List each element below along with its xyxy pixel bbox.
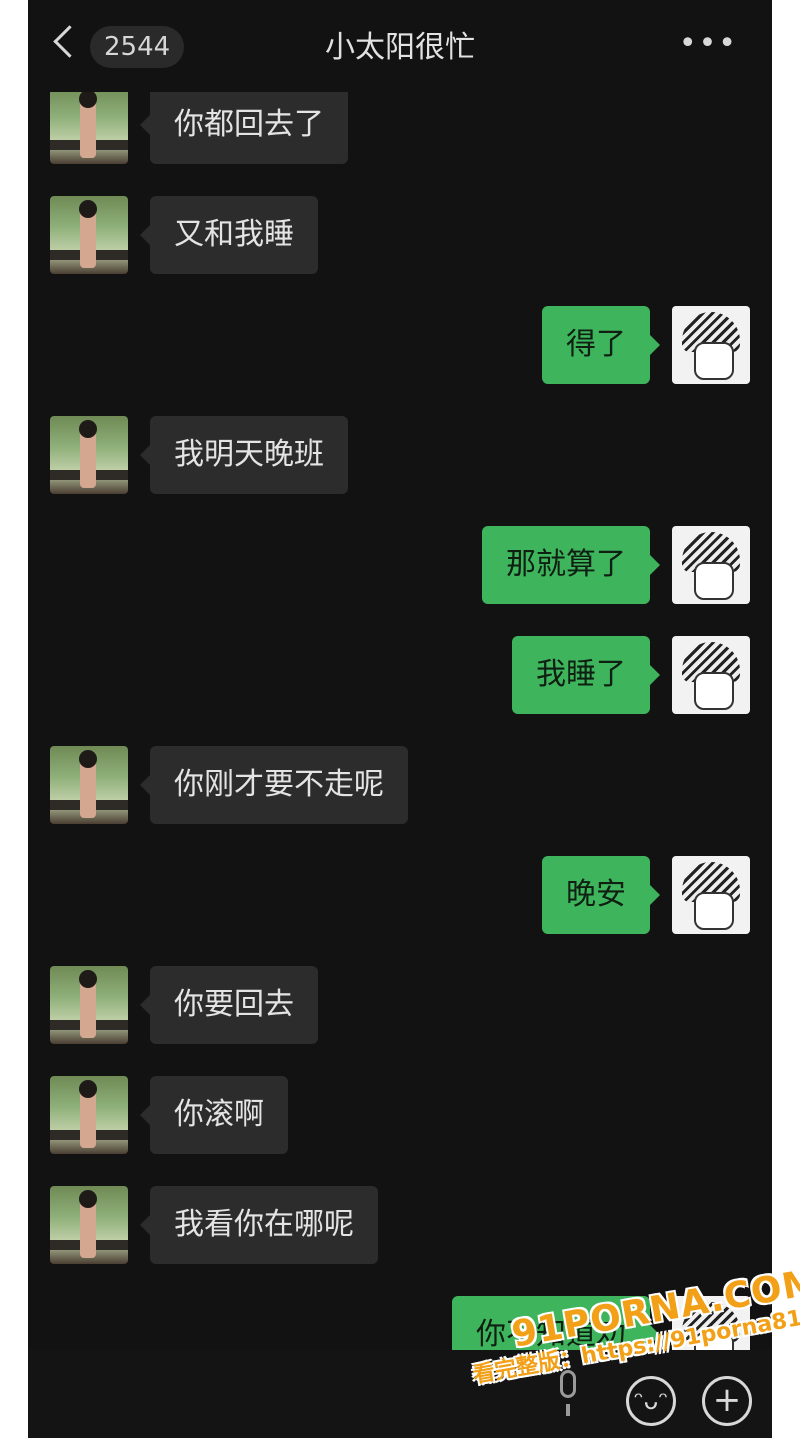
incoming-message-bubble[interactable]: 你刚才要不走呢 <box>140 746 408 824</box>
chat-screen: 你都回去了 又和我睡 得了 我明天晚班 那就算了 我睡了 你刚才要不走呢 晚安 <box>28 0 772 1438</box>
contact-avatar[interactable] <box>50 746 128 824</box>
contact-avatar[interactable] <box>50 1076 128 1154</box>
incoming-message-bubble[interactable]: 你滚啊 <box>140 1076 288 1154</box>
contact-avatar[interactable] <box>50 966 128 1044</box>
my-avatar[interactable] <box>672 856 750 934</box>
incoming-message-bubble[interactable]: 你都回去了 <box>140 86 348 164</box>
message-list[interactable]: 你都回去了 又和我睡 得了 我明天晚班 那就算了 我睡了 你刚才要不走呢 晚安 <box>28 0 772 1438</box>
my-avatar[interactable] <box>672 526 750 604</box>
outgoing-message-bubble[interactable]: 晚安 <box>542 856 660 934</box>
outgoing-message-bubble[interactable]: 那就算了 <box>482 526 660 604</box>
contact-avatar[interactable] <box>50 416 128 494</box>
more-options-icon[interactable]: ••• <box>679 24 738 64</box>
outgoing-message-bubble[interactable]: 我睡了 <box>512 636 660 714</box>
outgoing-message-bubble[interactable]: 得了 <box>542 306 660 384</box>
incoming-message-bubble[interactable]: 我明天晚班 <box>140 416 348 494</box>
contact-avatar[interactable] <box>50 196 128 274</box>
my-avatar[interactable] <box>672 306 750 384</box>
contact-avatar[interactable] <box>50 86 128 164</box>
contact-avatar[interactable] <box>50 1186 128 1264</box>
watermark-overlay: 91PORNA.COM 看完整版：https://91porna81.com <box>470 1261 800 1430</box>
chat-header: 2544 小太阳很忙 ••• <box>28 0 772 92</box>
incoming-message-bubble[interactable]: 我看你在哪呢 <box>140 1186 378 1264</box>
my-avatar[interactable] <box>672 636 750 714</box>
incoming-message-bubble[interactable]: 又和我睡 <box>140 196 318 274</box>
chat-title: 小太阳很忙 <box>325 30 475 65</box>
incoming-message-bubble[interactable]: 你要回去 <box>140 966 318 1044</box>
